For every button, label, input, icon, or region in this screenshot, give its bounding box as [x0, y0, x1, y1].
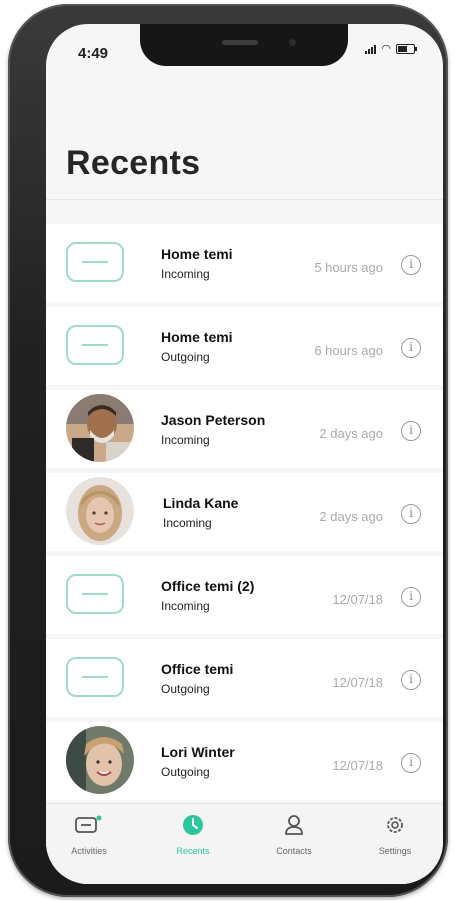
info-icon[interactable]: i — [401, 338, 421, 358]
recent-row[interactable]: Jason Peterson Incoming 2 days ago i — [46, 390, 443, 468]
avatar — [66, 477, 134, 545]
call-direction: Incoming — [161, 599, 210, 613]
recent-row[interactable]: Office temi Outgoing 12/07/18 i — [46, 639, 443, 717]
tab-label: Contacts — [276, 846, 312, 856]
tab-activities[interactable]: Activities — [54, 812, 124, 856]
info-icon[interactable]: i — [401, 753, 421, 773]
contact-name: Home temi — [161, 329, 233, 345]
signal-icon — [365, 44, 377, 54]
recent-row[interactable]: Home temi Outgoing 6 hours ago i — [46, 307, 443, 385]
call-direction: Incoming — [161, 433, 210, 447]
status-icons: ◠ — [365, 43, 417, 55]
info-icon[interactable]: i — [401, 421, 421, 441]
call-direction: Incoming — [163, 516, 212, 530]
notch — [140, 24, 348, 66]
call-direction: Incoming — [161, 267, 210, 281]
call-time: 6 hours ago — [314, 343, 383, 358]
call-time: 2 days ago — [319, 426, 383, 441]
recent-row[interactable]: Linda Kane Incoming 2 days ago i — [46, 473, 443, 551]
recent-row[interactable]: Home temi Incoming 5 hours ago i — [46, 224, 443, 302]
contact-name: Jason Peterson — [161, 412, 266, 428]
phone-frame: 4:49 ◠ Recents Home temi Incoming 5 hour… — [8, 4, 448, 897]
page-title: Recents — [66, 144, 201, 182]
header-divider — [46, 199, 443, 200]
call-time: 2 days ago — [319, 509, 383, 524]
info-icon[interactable]: i — [401, 670, 421, 690]
info-icon[interactable]: i — [401, 587, 421, 607]
recent-row[interactable]: Lori Winter Outgoing 12/07/18 i — [46, 722, 443, 800]
info-icon[interactable]: i — [401, 255, 421, 275]
tab-recents[interactable]: Recents — [158, 812, 228, 856]
status-time: 4:49 — [78, 45, 109, 62]
temi-device-icon — [66, 325, 124, 365]
gear-icon — [360, 812, 430, 838]
contact-name: Office temi (2) — [161, 578, 255, 594]
tab-label: Activities — [71, 846, 107, 856]
wifi-icon: ◠ — [381, 43, 391, 55]
tab-bar: Activities Recents Contacts Settings — [46, 803, 443, 884]
tab-label: Recents — [176, 846, 210, 856]
activities-icon — [54, 812, 124, 838]
tab-contacts[interactable]: Contacts — [259, 812, 329, 856]
recent-row[interactable]: Office temi (2) Incoming 12/07/18 i — [46, 556, 443, 634]
person-icon — [259, 812, 329, 838]
contact-name: Home temi — [161, 246, 233, 262]
avatar — [66, 726, 134, 794]
contact-name: Lori Winter — [161, 744, 235, 760]
avatar — [66, 394, 134, 462]
battery-icon — [396, 44, 417, 54]
call-direction: Outgoing — [161, 350, 210, 364]
speaker — [222, 40, 258, 45]
info-icon[interactable]: i — [401, 504, 421, 524]
temi-device-icon — [66, 242, 124, 282]
call-direction: Outgoing — [161, 765, 210, 779]
call-time: 12/07/18 — [332, 592, 383, 607]
call-time: 12/07/18 — [332, 758, 383, 773]
temi-device-icon — [66, 657, 124, 697]
clock-icon — [158, 812, 228, 838]
temi-device-icon — [66, 574, 124, 614]
contact-name: Linda Kane — [163, 495, 239, 511]
tab-label: Settings — [378, 846, 412, 856]
call-time: 5 hours ago — [314, 260, 383, 275]
front-camera — [289, 39, 296, 46]
tab-settings[interactable]: Settings — [360, 812, 430, 856]
contact-name: Office temi — [161, 661, 234, 677]
call-time: 12/07/18 — [332, 675, 383, 690]
call-direction: Outgoing — [161, 682, 210, 696]
screen: 4:49 ◠ Recents Home temi Incoming 5 hour… — [46, 24, 443, 884]
